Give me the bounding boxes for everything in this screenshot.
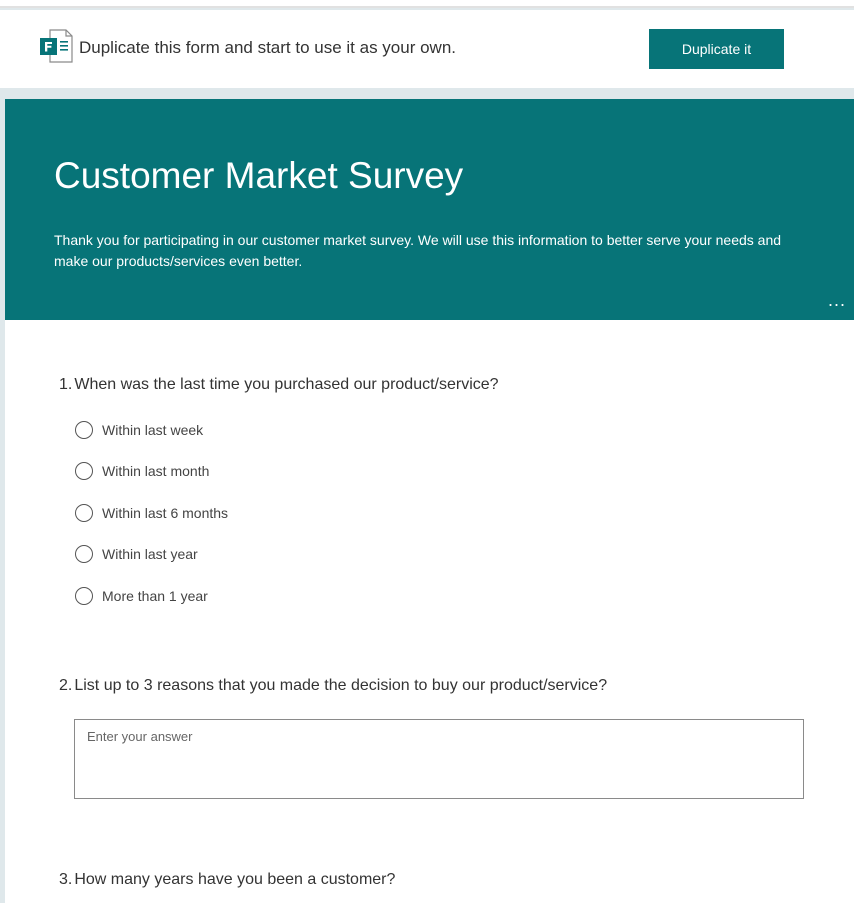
- form-header-banner: Customer Market Survey Thank you for par…: [5, 99, 854, 320]
- radio-button[interactable]: [75, 587, 93, 605]
- question-1-number: 1.: [59, 376, 73, 393]
- answer-textbox[interactable]: [74, 719, 804, 799]
- option-label: Within last week: [102, 422, 204, 438]
- form-description: Thank you for participating in our custo…: [54, 232, 782, 269]
- question-3-text: How many years have you been a customer?: [74, 871, 396, 888]
- ellipsis-icon[interactable]: ...: [828, 291, 850, 309]
- microsoft-forms-icon: [40, 29, 73, 63]
- option-label: More than 1 year: [102, 588, 208, 604]
- option-within-last-year[interactable]: Within last year: [75, 543, 198, 565]
- radio-button[interactable]: [75, 545, 93, 563]
- question-3-title: 3. How many years have you been a custome…: [59, 871, 395, 889]
- question-3-number: 3.: [59, 871, 73, 888]
- question-1-title: 1. When was the last time you purchased o…: [59, 376, 499, 394]
- top-border: [0, 0, 854, 8]
- option-within-last-6-months[interactable]: Within last 6 months: [75, 502, 228, 524]
- radio-button[interactable]: [75, 462, 93, 480]
- option-label: Within last 6 months: [102, 505, 229, 521]
- option-label: Within last year: [102, 546, 198, 562]
- duplicate-it-button[interactable]: Duplicate it: [649, 29, 784, 69]
- form-card: Customer Market Survey Thank you for par…: [5, 99, 854, 903]
- radio-button[interactable]: [75, 421, 93, 439]
- page-background: [0, 88, 854, 99]
- option-more-than-1-year[interactable]: More than 1 year: [75, 585, 208, 607]
- question-1-text: When was the last time you purchased our…: [74, 376, 499, 393]
- form-title: Customer Market Survey: [54, 155, 464, 196]
- question-2-title: 2. List up to 3 reasons that you made the…: [59, 677, 607, 695]
- question-2-text: List up to 3 reasons that you made the d…: [74, 677, 608, 694]
- option-within-last-month[interactable]: Within last month: [75, 460, 209, 482]
- option-within-last-week[interactable]: Within last week: [75, 419, 203, 441]
- duplicate-banner: Duplicate this form and start to use it …: [0, 10, 854, 88]
- option-label: Within last month: [102, 463, 210, 479]
- radio-button[interactable]: [75, 504, 93, 522]
- question-2-number: 2.: [59, 677, 73, 694]
- duplicate-message: Duplicate this form and start to use it …: [79, 38, 457, 57]
